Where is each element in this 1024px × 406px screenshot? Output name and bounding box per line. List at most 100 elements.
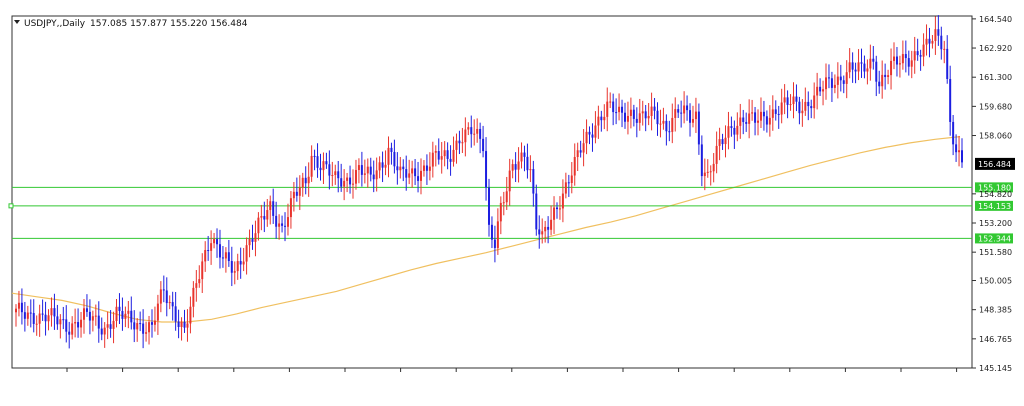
bear-candle: [961, 150, 963, 163]
bear-candle: [393, 151, 396, 167]
bear-candle: [470, 127, 473, 135]
bull-candle: [156, 303, 159, 321]
bull-candle: [550, 219, 553, 230]
bull-candle: [913, 51, 916, 61]
bull-candle: [869, 58, 872, 69]
bull-candle: [706, 171, 709, 173]
bull-candle: [384, 164, 387, 168]
bear-candle: [875, 61, 878, 82]
bull-candle: [751, 112, 754, 114]
bull-candle: [334, 171, 337, 176]
bull-candle: [496, 221, 499, 248]
bull-candle: [712, 163, 715, 172]
bear-candle: [535, 193, 538, 230]
bull-candle: [346, 177, 349, 181]
bull-candle: [310, 155, 313, 177]
bear-candle: [579, 150, 582, 153]
bull-candle: [594, 125, 597, 138]
bull-candle: [428, 166, 431, 171]
bull-candle: [629, 109, 632, 116]
bear-candle: [390, 147, 393, 152]
bull-candle: [801, 110, 804, 114]
bear-candle: [174, 306, 177, 322]
bull-candle: [558, 208, 561, 210]
bear-candle: [689, 110, 692, 123]
bull-candle: [499, 202, 502, 222]
bull-candle: [378, 162, 381, 171]
bear-candle: [118, 306, 121, 311]
bear-candle: [77, 322, 80, 328]
bear-candle: [677, 109, 680, 113]
price-tick-label: 150.005: [979, 277, 1012, 286]
bull-candle: [694, 111, 697, 120]
bear-candle: [591, 134, 594, 138]
bear-candle: [251, 238, 254, 242]
bull-candle: [322, 161, 325, 171]
bear-candle: [239, 261, 242, 265]
bull-candle: [857, 62, 860, 72]
bull-candle: [236, 261, 239, 272]
line-handle[interactable]: [8, 203, 14, 209]
bear-candle: [762, 111, 765, 117]
bull-candle: [866, 68, 869, 72]
price-tick-label: 145.145: [979, 364, 1012, 373]
bull-candle: [286, 217, 289, 227]
symbol-label: USDJPY,,Daily: [24, 19, 86, 29]
bear-candle: [632, 109, 635, 119]
bull-candle: [242, 261, 245, 265]
bull-candle: [757, 120, 760, 123]
bull-candle: [836, 76, 839, 85]
bear-candle: [940, 35, 943, 50]
bear-candle: [437, 151, 440, 160]
bull-candle: [94, 315, 97, 317]
bear-candle: [41, 313, 44, 315]
bull-candle: [544, 226, 547, 232]
bear-candle: [449, 158, 452, 162]
bull-candle: [201, 261, 204, 280]
bear-candle: [313, 155, 316, 157]
bull-candle: [816, 86, 819, 96]
bull-candle: [739, 117, 742, 126]
bear-candle: [615, 112, 618, 114]
bull-candle: [718, 139, 721, 146]
bull-candle: [124, 313, 127, 319]
price-tick-label: 159.680: [979, 102, 1012, 111]
bear-candle: [328, 164, 331, 176]
chart-header: USDJPY,,Daily 157.085 157.877 155.220 15…: [14, 19, 248, 29]
bull-candle: [848, 62, 851, 73]
bull-candle: [759, 111, 762, 121]
bull-candle: [703, 172, 706, 177]
bull-candle: [674, 109, 677, 118]
bear-candle: [405, 169, 408, 178]
bear-candle: [644, 111, 647, 119]
bear-candle: [774, 109, 777, 114]
bear-candle: [396, 166, 399, 171]
bull-candle: [17, 302, 20, 309]
bear-candle: [668, 131, 671, 133]
bear-candle: [369, 166, 372, 175]
price-tick-label: 148.385: [979, 306, 1012, 315]
bear-candle: [907, 58, 910, 67]
bear-candle: [623, 112, 626, 122]
bear-candle: [777, 113, 780, 115]
bull-candle: [825, 77, 828, 90]
bear-candle: [600, 116, 603, 121]
bull-candle: [204, 250, 207, 262]
bear-candle: [872, 58, 875, 62]
bear-candle: [819, 86, 822, 92]
bull-candle: [269, 201, 272, 211]
bear-candle: [937, 29, 940, 36]
bull-candle: [511, 164, 514, 171]
bear-candle: [133, 322, 136, 330]
bull-candle: [833, 84, 836, 88]
bull-candle: [893, 56, 896, 61]
bull-candle: [47, 315, 50, 322]
bull-candle: [922, 44, 925, 57]
ohlc-readout: 157.085 157.877 155.220 156.484: [90, 19, 248, 29]
bull-candle: [724, 137, 727, 145]
bear-candle: [275, 215, 278, 227]
bear-candle: [538, 229, 541, 235]
current-price-label: 156.484: [978, 160, 1011, 169]
bull-candle: [502, 202, 505, 204]
bear-candle: [207, 250, 210, 252]
